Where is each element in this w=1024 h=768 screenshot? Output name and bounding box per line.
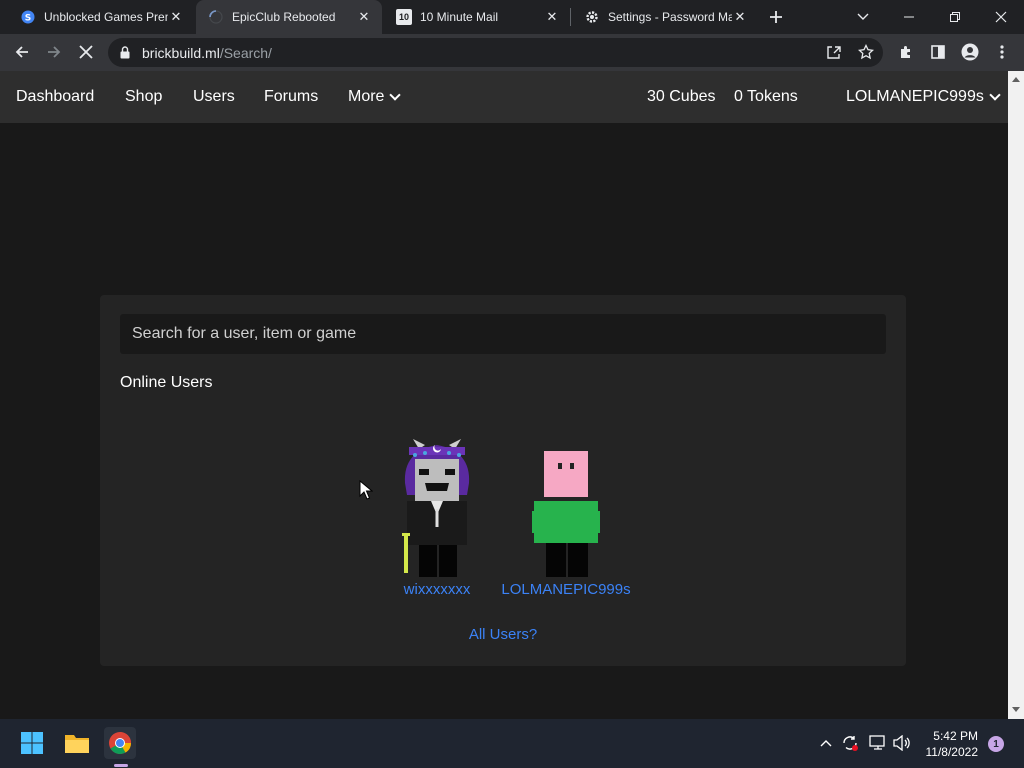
all-users-link[interactable]: All Users? (100, 626, 906, 643)
extensions-puzzle-icon[interactable] (893, 39, 919, 65)
chevron-down-icon (989, 88, 1001, 101)
10-minute-mail-icon: 10 (396, 9, 412, 25)
chrome-icon[interactable] (104, 727, 136, 759)
profile-avatar-icon[interactable] (957, 39, 983, 65)
nav-users[interactable]: Users (193, 88, 235, 106)
scroll-up-arrow-icon[interactable] (1012, 77, 1020, 82)
share-icon[interactable] (821, 39, 847, 65)
close-window-button[interactable] (978, 0, 1024, 34)
new-tab-button[interactable] (766, 7, 786, 27)
active-app-indicator (114, 764, 128, 767)
account-username: LOLMANEPIC999s (846, 88, 984, 105)
tab-unblocked-games[interactable]: S Unblocked Games Premium ✕ (8, 0, 194, 34)
page-scrollbar[interactable] (1008, 71, 1024, 719)
account-dropdown[interactable]: LOLMANEPIC999s (846, 88, 1001, 106)
restore-window-button[interactable] (932, 0, 978, 34)
close-tab-icon[interactable]: ✕ (168, 9, 184, 25)
tab-10-minute-mail[interactable]: 10 10 Minute Mail ✕ (384, 0, 570, 34)
file-explorer-icon[interactable] (61, 727, 93, 759)
online-users-heading: Online Users (120, 374, 213, 391)
clock-time: 5:42 PM (933, 729, 978, 743)
close-tab-icon[interactable]: ✕ (356, 9, 372, 25)
tab-settings-password-manager[interactable]: Settings - Password Manager ✕ (572, 0, 758, 34)
nav-forums[interactable]: Forums (264, 88, 318, 106)
online-user-card[interactable]: wixxxxxxx (388, 431, 486, 598)
volume-icon[interactable] (893, 734, 911, 752)
browser-toolbar: brickbuild.ml/Search/ (0, 34, 1024, 71)
side-panel-icon[interactable] (925, 39, 951, 65)
user-avatar[interactable] (401, 431, 473, 577)
web-page: Dashboard Shop Users Forums More 30 Cube… (0, 71, 1008, 719)
network-icon[interactable] (869, 734, 887, 752)
online-user-name[interactable]: LOLMANEPIC999s (500, 581, 632, 598)
menu-kebab-icon[interactable] (989, 39, 1015, 65)
address-bar[interactable]: brickbuild.ml/Search/ (108, 38, 883, 67)
chevron-down-icon (389, 88, 402, 101)
cubes-balance[interactable]: 30 Cubes (647, 88, 716, 106)
scroll-down-arrow-icon[interactable] (1012, 707, 1020, 712)
clock-date: 11/8/2022 (925, 745, 979, 759)
svg-text:S: S (25, 14, 31, 24)
minimize-window-button[interactable] (886, 0, 932, 34)
tab-title: Settings - Password Manager (608, 10, 732, 24)
mouse-cursor-icon (359, 480, 373, 500)
tab-title: EpicClub Rebooted (232, 10, 336, 24)
sync-icon[interactable] (841, 734, 859, 752)
site-navbar: Dashboard Shop Users Forums More 30 Cube… (0, 71, 1008, 123)
notification-badge[interactable]: 1 (988, 736, 1004, 752)
nav-more-label: More (348, 88, 385, 105)
back-button[interactable] (9, 39, 35, 65)
url-host: brickbuild.ml (142, 44, 220, 61)
bookmark-star-icon[interactable] (853, 39, 879, 65)
tab-epicclub[interactable]: EpicClub Rebooted ✕ (196, 0, 382, 34)
tab-search-chevron-icon[interactable] (840, 0, 886, 34)
lock-icon[interactable] (120, 45, 132, 60)
tab-separator (570, 8, 571, 26)
stop-loading-button[interactable] (73, 39, 99, 65)
close-tab-icon[interactable]: ✕ (544, 9, 560, 25)
online-user-name[interactable]: wixxxxxxx (388, 581, 486, 598)
windows-taskbar: 5:42 PM 11/8/2022 1 (0, 719, 1024, 768)
online-user-card[interactable]: LOLMANEPIC999s (500, 451, 632, 598)
system-clock[interactable]: 5:42 PM 11/8/2022 (926, 728, 979, 760)
gear-icon (584, 9, 600, 25)
loading-spinner-icon (208, 9, 224, 25)
url-path: /Search/ (219, 44, 272, 61)
search-input[interactable] (120, 314, 886, 354)
tab-title: 10 Minute Mail (420, 10, 499, 24)
forward-button[interactable] (41, 39, 67, 65)
tokens-balance[interactable]: 0 Tokens (734, 88, 798, 106)
tab-strip: S Unblocked Games Premium ✕ EpicClub Reb… (0, 0, 1024, 34)
windows-start-icon[interactable] (16, 727, 48, 759)
nav-dashboard[interactable]: Dashboard (16, 88, 94, 106)
nav-more-dropdown[interactable]: More (348, 88, 402, 106)
nav-shop[interactable]: Shop (125, 88, 162, 106)
user-avatar[interactable] (532, 451, 600, 577)
globe-icon: S (20, 9, 36, 25)
show-hidden-icons-chevron-icon[interactable] (817, 734, 835, 752)
search-card: Online Users (100, 295, 906, 666)
tab-title: Unblocked Games Premium (44, 10, 168, 24)
close-tab-icon[interactable]: ✕ (732, 9, 748, 25)
